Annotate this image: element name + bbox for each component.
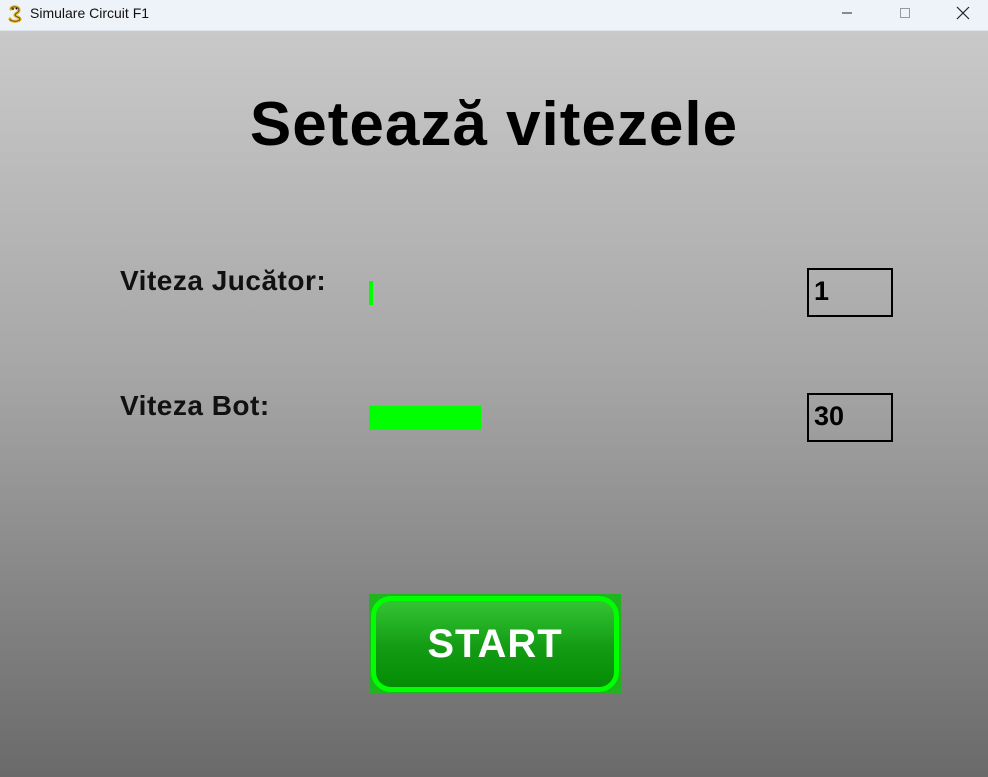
bot-speed-label: Viteza Bot: [120, 390, 270, 421]
bot-speed-input[interactable]: 30 [807, 393, 893, 442]
start-button-frame: START [369, 594, 621, 694]
maximize-button[interactable] [882, 0, 928, 30]
minimize-button[interactable] [824, 0, 870, 30]
minimize-icon [841, 6, 853, 24]
start-button[interactable]: START [371, 596, 619, 692]
close-button[interactable] [940, 0, 986, 30]
maximize-icon [899, 6, 911, 24]
page-title: Setează vitezele [249, 90, 739, 159]
player-speed-slider[interactable] [369, 281, 769, 305]
pygame-snake-icon [6, 5, 24, 23]
game-canvas: Setează vitezele Viteza Jucător: 1 Vitez… [0, 31, 988, 777]
title-bar[interactable]: Simulare Circuit F1 [0, 0, 988, 31]
player-speed-label: Viteza Jucător: [120, 265, 327, 296]
app-window: Simulare Circuit F1 Setează vitezele Vit… [0, 0, 988, 777]
player-speed-input[interactable]: 1 [807, 268, 893, 317]
window-title: Simulare Circuit F1 [30, 5, 150, 21]
bot-speed-bar [369, 406, 481, 430]
close-icon [956, 6, 970, 25]
player-speed-bar [369, 281, 373, 305]
bot-speed-slider[interactable] [369, 406, 769, 430]
